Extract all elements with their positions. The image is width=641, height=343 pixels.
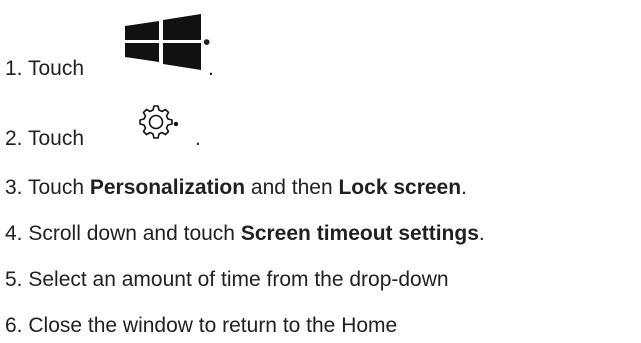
step-number: 3. xyxy=(5,176,23,199)
step-number: 5. xyxy=(5,268,23,291)
step-text-middle: and then xyxy=(245,176,339,199)
step-number: 2. xyxy=(5,127,23,150)
step-text: Close the window to return to the Home xyxy=(28,314,398,337)
step-number: 1. xyxy=(5,57,23,80)
step-text-before: Touch xyxy=(27,176,90,199)
step-text-before: Scroll down and touch xyxy=(28,222,241,245)
step-1: 1. Touch xyxy=(5,57,84,81)
step-suffix: . xyxy=(208,57,214,80)
instruction-steps: 1. Touch • . 2. Touch . 3. Touch Persona… xyxy=(0,0,641,343)
step-suffix: . xyxy=(195,127,201,150)
step-5: 5. Select an amount of time from the dro… xyxy=(5,268,449,292)
step-text: Touch xyxy=(27,57,85,80)
lock-screen-label: Lock screen xyxy=(338,176,462,199)
step-2: 2. Touch xyxy=(5,127,84,151)
step-text: Select an amount of time from the drop-d… xyxy=(28,268,449,291)
windows-start-icon xyxy=(125,12,203,70)
icon-dot: • xyxy=(203,31,211,54)
step-6: 6. Close the window to return to the Hom… xyxy=(5,314,397,338)
step-text: Touch xyxy=(27,127,85,150)
step-number: 6. xyxy=(5,314,23,337)
screen-timeout-settings-label: Screen timeout settings xyxy=(240,222,479,245)
step-text-after: . xyxy=(461,176,467,199)
step-4: 4. Scroll down and touch Screen timeout … xyxy=(5,222,485,246)
step-number: 4. xyxy=(5,222,23,245)
step-text-after: . xyxy=(478,222,485,245)
step-3: 3. Touch Personalization and then Lock s… xyxy=(5,176,467,200)
gear-settings-icon xyxy=(132,100,194,144)
personalization-label: Personalization xyxy=(89,176,246,199)
